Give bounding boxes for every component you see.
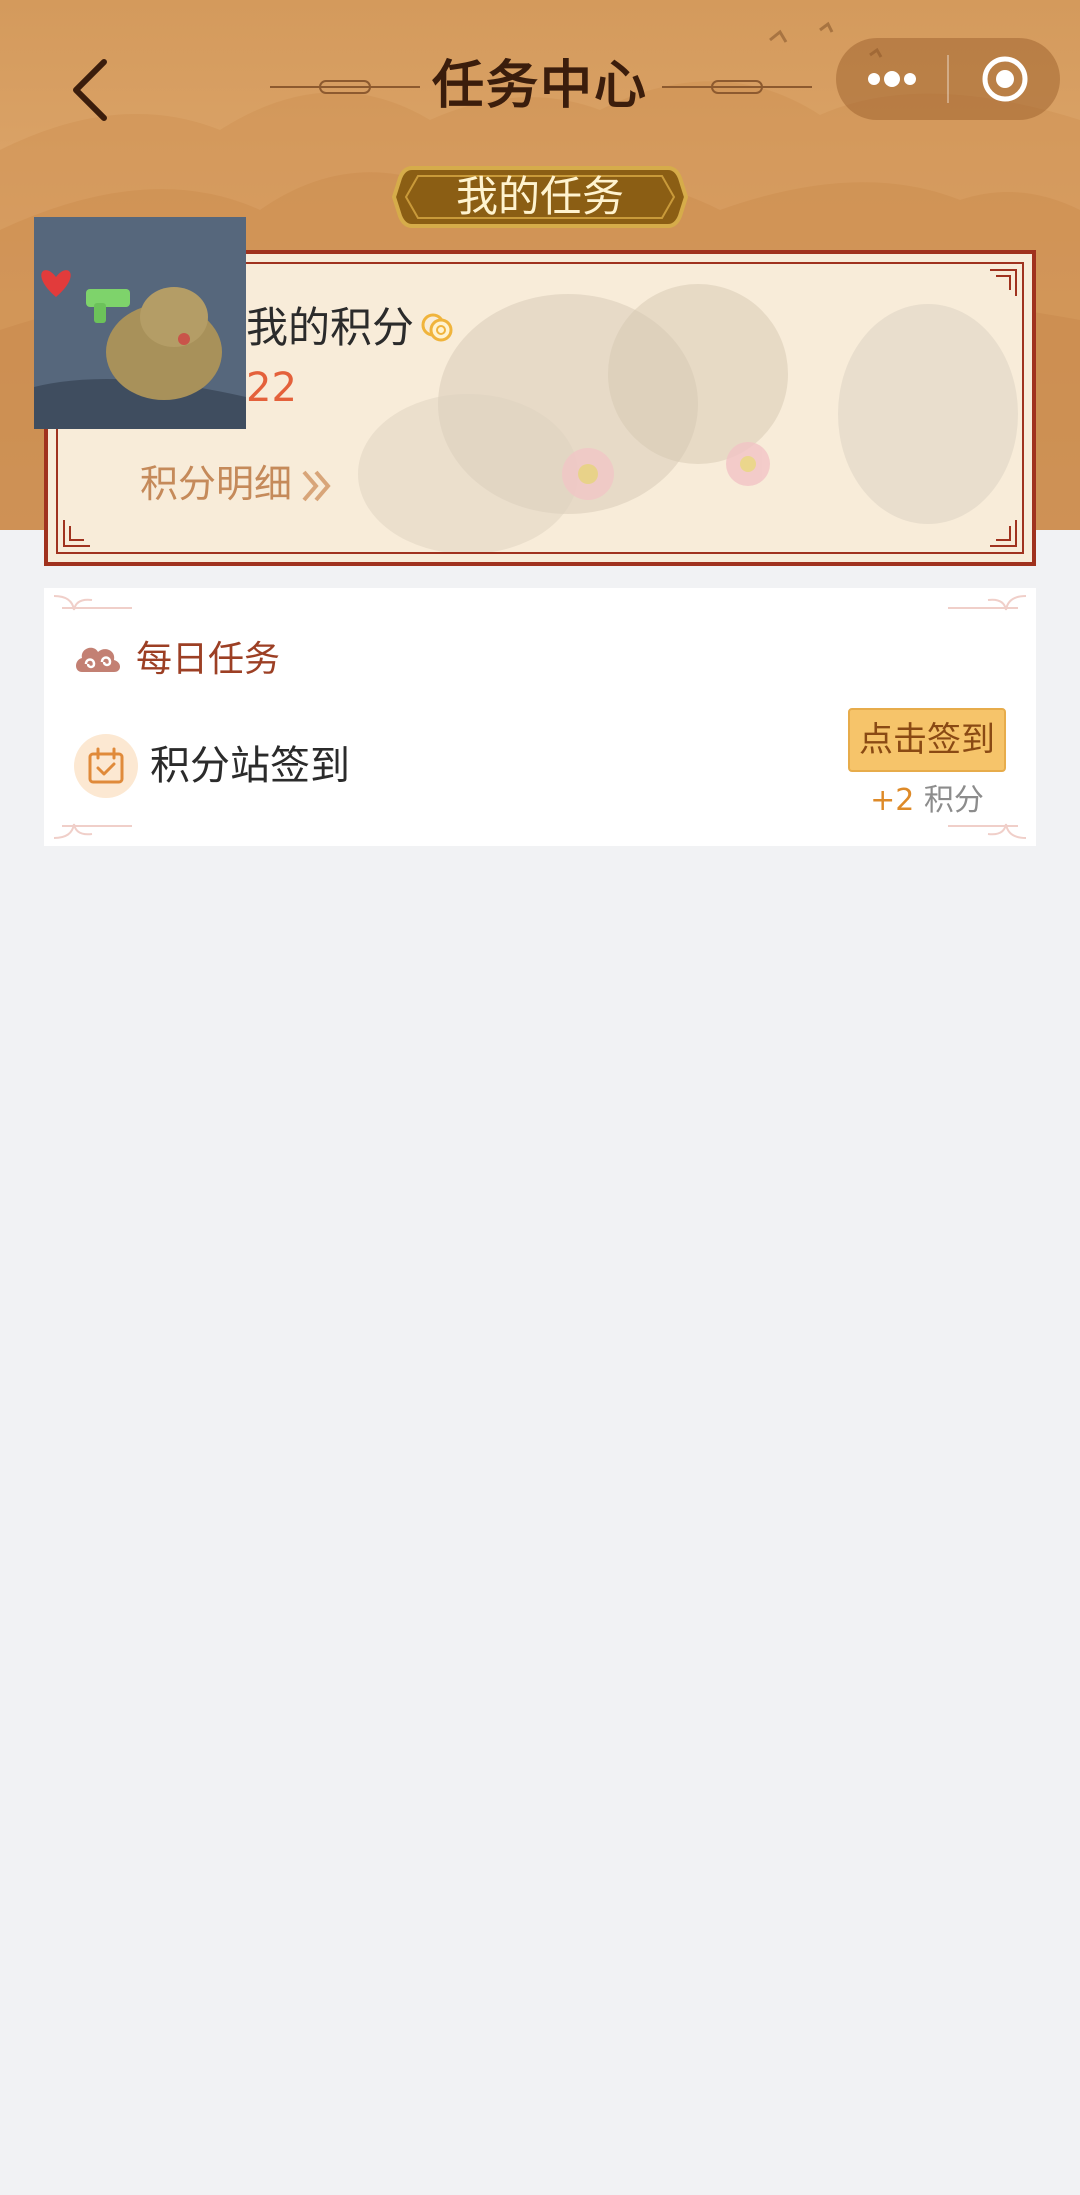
task-reward: +2 积分 (848, 778, 1006, 824)
double-chevron-right-icon[interactable] (300, 468, 332, 504)
corner-ornament-icon (948, 595, 1027, 611)
corner-ornament-icon (53, 595, 132, 611)
corner-ornament-icon (53, 823, 132, 839)
corner-ornament-icon (990, 520, 1017, 547)
cloud-swirl-icon (76, 647, 120, 672)
title-ornament-right (662, 80, 812, 94)
corner-ornament-icon (63, 520, 90, 547)
task-label: 积分站签到 (150, 743, 350, 789)
my-tasks-plaque: 我的任务 (392, 164, 688, 230)
points-detail-link[interactable]: 积分明细 (140, 456, 292, 512)
avatar-image (34, 217, 246, 429)
my-tasks-label: 我的任务 (455, 172, 624, 221)
reward-amount: +2 (870, 783, 915, 818)
coin-icon (421, 313, 453, 342)
sign-in-button[interactable]: 点击签到 (848, 708, 1006, 772)
target-close-icon (982, 56, 1027, 102)
task-icon-wrapper (74, 734, 138, 798)
reward-unit: 积分 (923, 783, 984, 818)
points-title: 我的积分 (246, 303, 415, 352)
more-dots-icon (867, 71, 916, 87)
more-button[interactable] (836, 38, 947, 120)
close-button[interactable] (949, 38, 1060, 120)
corner-ornament-icon (990, 269, 1017, 296)
calendar-check-icon (88, 747, 124, 784)
avatar[interactable] (34, 217, 246, 429)
daily-tasks-title: 每日任务 (136, 639, 281, 680)
points-value: 22 (246, 365, 297, 411)
mini-program-capsule (836, 38, 1060, 120)
